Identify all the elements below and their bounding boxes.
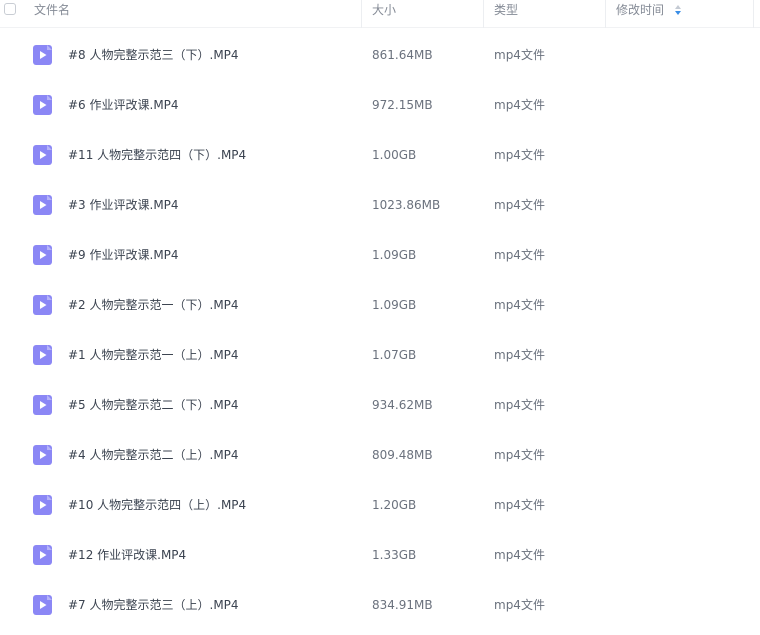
file-row[interactable]: #6 作业评改课.MP4 972.15MB mp4文件 xyxy=(0,80,760,130)
sort-icon[interactable] xyxy=(674,4,682,16)
file-row[interactable]: #9 作业评改课.MP4 1.09GB mp4文件 xyxy=(0,230,760,280)
file-type: mp4文件 xyxy=(494,398,545,412)
video-file-icon xyxy=(33,195,52,215)
file-name[interactable]: #3 作业评改课.MP4 xyxy=(68,180,179,230)
file-size: 1.07GB xyxy=(372,348,417,362)
file-type: mp4文件 xyxy=(494,298,545,312)
file-type: mp4文件 xyxy=(494,548,545,562)
video-file-icon xyxy=(33,545,52,565)
file-row[interactable]: #8 人物完整示范三（下）.MP4 861.64MB mp4文件 xyxy=(0,30,760,80)
file-type: mp4文件 xyxy=(494,148,545,162)
file-size: 1.20GB xyxy=(372,498,417,512)
file-size: 861.64MB xyxy=(372,48,433,62)
video-file-icon xyxy=(33,295,52,315)
video-file-icon xyxy=(33,145,52,165)
file-size: 1.33GB xyxy=(372,548,417,562)
file-size: 809.48MB xyxy=(372,448,433,462)
file-size: 972.15MB xyxy=(372,98,433,112)
file-size: 1.00GB xyxy=(372,148,417,162)
file-row[interactable]: #1 人物完整示范一（上）.MP4 1.07GB mp4文件 xyxy=(0,330,760,380)
file-type: mp4文件 xyxy=(494,448,545,462)
file-name[interactable]: #10 人物完整示范四（上）.MP4 xyxy=(68,480,246,530)
file-size: 1.09GB xyxy=(372,248,417,262)
file-name[interactable]: #11 人物完整示范四（下）.MP4 xyxy=(68,130,246,180)
video-file-icon xyxy=(33,45,52,65)
file-name[interactable]: #12 作业评改课.MP4 xyxy=(68,530,186,580)
file-row[interactable]: #5 人物完整示范二（下）.MP4 934.62MB mp4文件 xyxy=(0,380,760,430)
column-header-name[interactable]: 文件名 xyxy=(34,0,70,28)
file-name[interactable]: #7 人物完整示范三（上）.MP4 xyxy=(68,580,239,630)
file-row[interactable]: #3 作业评改课.MP4 1023.86MB mp4文件 xyxy=(0,180,760,230)
file-size: 834.91MB xyxy=(372,598,433,612)
column-header-modified[interactable]: 修改时间 xyxy=(616,0,664,28)
video-file-icon xyxy=(33,245,52,265)
file-type: mp4文件 xyxy=(494,48,545,62)
file-row[interactable]: #10 人物完整示范四（上）.MP4 1.20GB mp4文件 xyxy=(0,480,760,530)
column-divider[interactable] xyxy=(483,0,484,28)
select-all-checkbox[interactable] xyxy=(4,3,16,15)
column-divider[interactable] xyxy=(753,0,754,28)
file-name[interactable]: #2 人物完整示范一（下）.MP4 xyxy=(68,280,239,330)
file-name[interactable]: #8 人物完整示范三（下）.MP4 xyxy=(68,30,239,80)
file-list: #8 人物完整示范三（下）.MP4 861.64MB mp4文件 #6 作业评改课.M… xyxy=(0,30,760,630)
file-type: mp4文件 xyxy=(494,98,545,112)
file-name[interactable]: #4 人物完整示范二（上）.MP4 xyxy=(68,430,239,480)
video-file-icon xyxy=(33,445,52,465)
file-size: 1.09GB xyxy=(372,298,417,312)
file-name[interactable]: #6 作业评改课.MP4 xyxy=(68,80,179,130)
file-type: mp4文件 xyxy=(494,598,545,612)
video-file-icon xyxy=(33,595,52,615)
file-name[interactable]: #1 人物完整示范一（上）.MP4 xyxy=(68,330,239,380)
video-file-icon xyxy=(33,345,52,365)
file-row[interactable]: #7 人物完整示范三（上）.MP4 834.91MB mp4文件 xyxy=(0,580,760,630)
file-row[interactable]: #11 人物完整示范四（下）.MP4 1.00GB mp4文件 xyxy=(0,130,760,180)
file-size: 934.62MB xyxy=(372,398,433,412)
video-file-icon xyxy=(33,495,52,515)
file-size: 1023.86MB xyxy=(372,198,441,212)
file-row[interactable]: #12 作业评改课.MP4 1.33GB mp4文件 xyxy=(0,530,760,580)
column-header-type[interactable]: 类型 xyxy=(494,0,518,28)
video-file-icon xyxy=(33,95,52,115)
file-row[interactable]: #4 人物完整示范二（上）.MP4 809.48MB mp4文件 xyxy=(0,430,760,480)
file-type: mp4文件 xyxy=(494,248,545,262)
video-file-icon xyxy=(33,395,52,415)
file-list-header: 文件名 大小 类型 修改时间 xyxy=(0,0,760,28)
file-type: mp4文件 xyxy=(494,198,545,212)
column-divider[interactable] xyxy=(361,0,362,28)
file-name[interactable]: #5 人物完整示范二（下）.MP4 xyxy=(68,380,239,430)
file-name[interactable]: #9 作业评改课.MP4 xyxy=(68,230,179,280)
column-header-size[interactable]: 大小 xyxy=(372,0,396,28)
column-divider[interactable] xyxy=(605,0,606,28)
file-row[interactable]: #2 人物完整示范一（下）.MP4 1.09GB mp4文件 xyxy=(0,280,760,330)
file-type: mp4文件 xyxy=(494,348,545,362)
file-type: mp4文件 xyxy=(494,498,545,512)
